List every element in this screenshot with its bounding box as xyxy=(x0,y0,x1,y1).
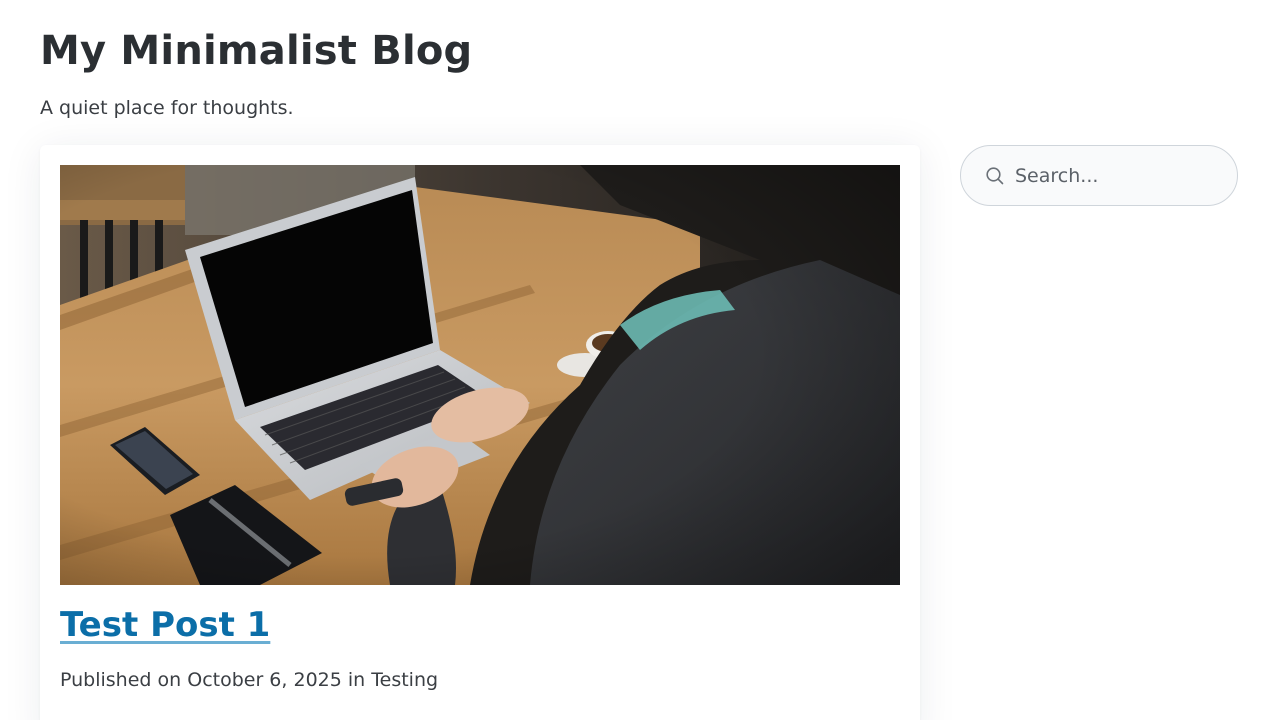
search-input[interactable] xyxy=(1015,160,1225,192)
post-title-link[interactable]: Test Post 1 xyxy=(60,605,270,645)
site-tagline: A quiet place for thoughts. xyxy=(40,97,294,119)
site-title[interactable]: My Minimalist Blog xyxy=(40,20,472,82)
post-date: October 6, 2025 xyxy=(187,669,342,691)
post-meta-in: in xyxy=(347,669,366,691)
post-category-link[interactable]: Testing xyxy=(371,669,438,691)
page: My Minimalist Blog A quiet place for tho… xyxy=(0,0,1280,720)
post-title: Test Post 1 xyxy=(60,601,270,649)
search-box[interactable] xyxy=(960,145,1238,206)
site-header: My Minimalist Blog A quiet place for tho… xyxy=(40,20,472,120)
post-meta: Published on October 6, 2025 in Testing xyxy=(60,666,438,694)
search-icon xyxy=(986,167,1004,185)
post-card: Test Post 1 Published on October 6, 2025… xyxy=(40,145,920,720)
post-featured-image[interactable] xyxy=(60,165,900,585)
post-meta-prefix: Published on xyxy=(60,669,182,691)
